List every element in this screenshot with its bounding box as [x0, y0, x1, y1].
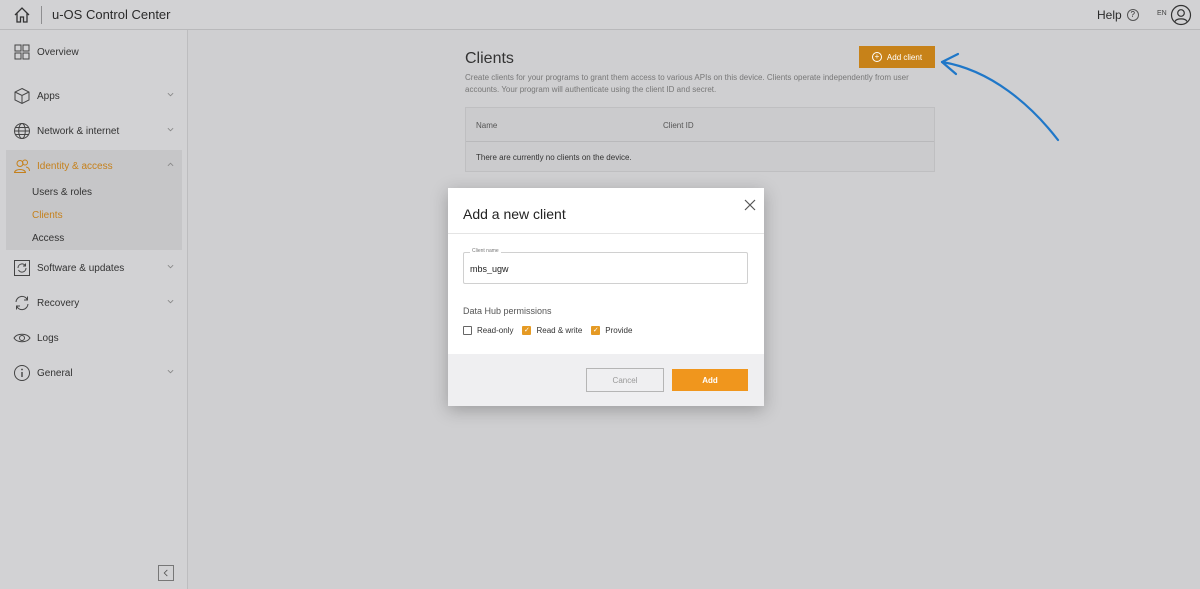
sidebar-item-label: Network & internet: [37, 125, 120, 137]
help-icon: ?: [1126, 9, 1139, 21]
close-icon[interactable]: [744, 199, 756, 211]
checkbox-checked[interactable]: ✓: [591, 326, 601, 335]
permission-read-write[interactable]: ✓ Read & write: [522, 326, 582, 335]
permission-label: Read-only: [477, 326, 514, 335]
permission-label: Provide: [605, 326, 633, 335]
chevron-down-icon: [167, 92, 174, 97]
info-icon: [13, 364, 31, 382]
dialog-footer: Cancel Add: [448, 354, 764, 406]
sidebar-subitem-access[interactable]: Access: [32, 233, 64, 244]
chevron-down-icon: [167, 264, 174, 269]
table-empty-message: There are currently no clients on the de…: [476, 153, 632, 162]
sidebar-item-label: Logs: [37, 332, 59, 344]
eye-icon: [13, 329, 31, 347]
sidebar-item-label: Overview: [37, 46, 79, 58]
sidebar-item-overview[interactable]: Overview: [6, 36, 182, 68]
add-client-button[interactable]: + Add client: [859, 46, 935, 68]
sidebar-item-recovery[interactable]: Recovery: [6, 287, 182, 319]
sidebar-item-label: Software & updates: [37, 262, 125, 274]
collapse-sidebar-icon[interactable]: [158, 565, 174, 581]
chevron-up-icon: [167, 162, 174, 167]
permissions-title: Data Hub permissions: [463, 306, 552, 316]
app-title: u-OS Control Center: [52, 7, 171, 22]
sidebar-item-identity[interactable]: Identity & access: [6, 150, 182, 182]
cube-icon: [13, 87, 31, 105]
page-description: Create clients for your programs to gran…: [465, 73, 909, 94]
column-header-name: Name: [476, 121, 498, 130]
checkbox-unchecked[interactable]: [463, 326, 472, 335]
dialog-divider: [448, 233, 764, 234]
clients-table: Name Client ID There are currently no cl…: [465, 107, 935, 172]
sidebar: Overview Apps Network & internet Identit…: [0, 30, 188, 589]
permission-label: Read & write: [536, 326, 583, 335]
top-bar: u-OS Control Center Help ? EN: [0, 0, 1200, 30]
sidebar-item-label: Recovery: [37, 297, 80, 309]
dialog-title: Add a new client: [463, 206, 566, 222]
permissions-group: Read-only ✓ Read & write ✓ Provide: [463, 326, 632, 335]
globe-icon: [13, 122, 31, 140]
grid-icon: [13, 43, 31, 61]
permission-provide[interactable]: ✓ Provide: [591, 326, 632, 335]
chevron-down-icon: [167, 127, 174, 132]
sidebar-item-general[interactable]: General: [6, 357, 182, 389]
header-divider: [41, 6, 42, 24]
annotation-arrow-icon: [940, 52, 1060, 142]
chevron-down-icon: [167, 369, 174, 374]
users-icon: [13, 157, 31, 175]
client-name-input[interactable]: [470, 264, 740, 274]
add-client-dialog: Add a new client Client name Data Hub pe…: [448, 188, 764, 406]
client-name-field[interactable]: Client name: [463, 248, 748, 284]
table-header: Name Client ID: [466, 108, 934, 142]
sidebar-item-apps[interactable]: Apps: [6, 80, 182, 112]
sidebar-item-network[interactable]: Network & internet: [6, 115, 182, 147]
user-icon[interactable]: [1170, 4, 1192, 26]
sidebar-item-label: General: [37, 367, 73, 379]
plus-circle-icon: +: [871, 52, 882, 62]
chevron-down-icon: [167, 299, 174, 304]
language-switch[interactable]: EN: [1157, 10, 1167, 17]
help-link[interactable]: Help ?: [1097, 8, 1139, 22]
sidebar-item-logs[interactable]: Logs: [6, 322, 182, 354]
sidebar-subitem-clients[interactable]: Clients: [32, 210, 63, 221]
checkbox-checked[interactable]: ✓: [522, 326, 532, 335]
client-name-label: Client name: [470, 248, 501, 254]
page-title: Clients: [465, 50, 514, 67]
sidebar-item-software[interactable]: Software & updates: [6, 252, 182, 284]
cancel-button[interactable]: Cancel: [586, 368, 664, 392]
sidebar-item-label: Identity & access: [37, 160, 113, 172]
refresh-box-icon: [13, 259, 31, 277]
sidebar-subitem-users-roles[interactable]: Users & roles: [32, 187, 92, 198]
column-header-client-id: Client ID: [663, 121, 694, 130]
sidebar-item-label: Apps: [37, 90, 60, 102]
home-icon[interactable]: [12, 5, 32, 25]
help-label: Help: [1097, 8, 1122, 22]
permission-read-only[interactable]: Read-only: [463, 326, 513, 335]
add-client-label: Add client: [886, 52, 923, 62]
recovery-icon: [13, 294, 31, 312]
add-button[interactable]: Add: [672, 369, 748, 391]
